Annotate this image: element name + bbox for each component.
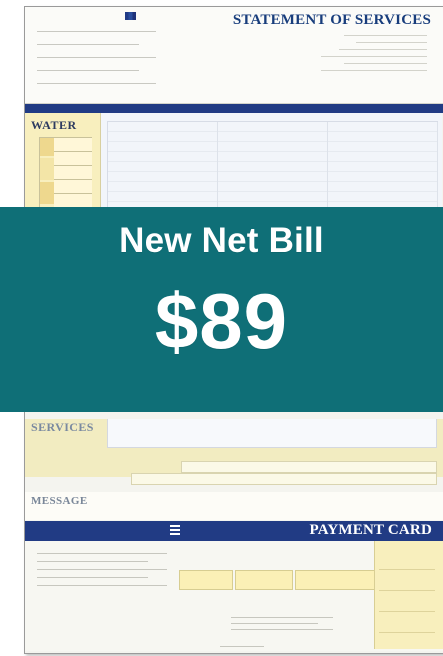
section-band <box>25 104 443 113</box>
payment-line <box>37 569 167 570</box>
payment-bottom-lines <box>231 617 355 635</box>
header-line <box>356 42 427 43</box>
menu-lines-icon <box>170 525 180 535</box>
payment-field <box>235 570 293 590</box>
payment-line <box>37 553 167 554</box>
payment-lines <box>37 553 195 593</box>
payment-line <box>231 617 333 618</box>
payment-side-panel <box>374 541 443 649</box>
header-line <box>320 70 427 71</box>
payment-line <box>231 629 333 630</box>
header-line <box>37 57 156 58</box>
message-area <box>25 492 443 520</box>
utility-logo-icon <box>125 12 136 20</box>
services-summary-box <box>107 419 437 448</box>
totals-row <box>181 461 437 473</box>
header-line <box>344 35 427 36</box>
header-line <box>37 83 156 84</box>
water-grid <box>39 137 92 214</box>
payment-line <box>37 585 167 586</box>
header-left-lines <box>37 31 182 96</box>
payment-line <box>220 646 264 647</box>
header-line <box>344 63 427 64</box>
statement-title: STATEMENT OF SERVICES <box>232 12 431 28</box>
payment-card-title: PAYMENT CARD <box>309 522 432 538</box>
promo-amount: $89 <box>154 277 289 365</box>
header-line <box>320 56 427 57</box>
payment-field <box>179 570 233 590</box>
usage-grid <box>107 121 438 214</box>
promo-headline: New Net Bill <box>119 221 324 260</box>
totals-row <box>131 473 437 485</box>
header-line <box>37 44 139 45</box>
header-right-lines <box>309 35 427 77</box>
header-line <box>338 49 427 50</box>
payment-line <box>231 623 318 624</box>
page: STATEMENT OF SERVICES WATER SERVICES MES… <box>0 0 443 656</box>
header-line <box>37 70 139 71</box>
message-section-title: MESSAGE <box>31 495 88 507</box>
payment-line <box>37 561 148 562</box>
water-section-title: WATER <box>31 118 77 132</box>
services-section-title: SERVICES <box>31 420 94 434</box>
payment-line <box>37 577 148 578</box>
header-line <box>37 31 156 32</box>
